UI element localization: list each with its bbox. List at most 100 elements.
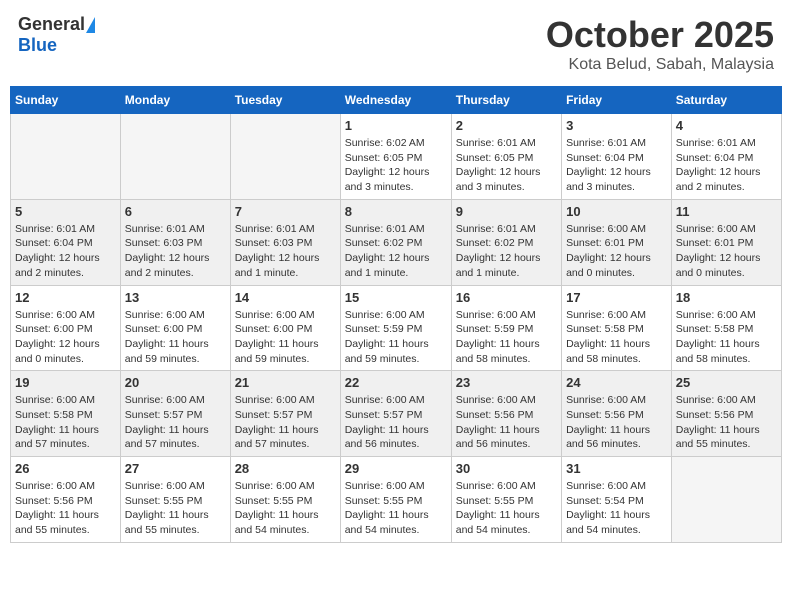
calendar-cell: 17Sunrise: 6:00 AM Sunset: 5:58 PM Dayli… bbox=[562, 285, 672, 371]
day-info: Sunrise: 6:00 AM Sunset: 5:59 PM Dayligh… bbox=[456, 308, 557, 367]
calendar-cell: 21 Sunrise: 6:00 AM Sunset: 5:57 PM Dayli… bbox=[230, 371, 340, 457]
calendar-cell: 14Sunrise: 6:00 AM Sunset: 6:00 PM Dayli… bbox=[230, 285, 340, 371]
day-number: 19 bbox=[15, 375, 116, 390]
calendar-cell bbox=[11, 114, 121, 200]
day-number: 28 bbox=[235, 461, 336, 476]
calendar-cell: 8Sunrise: 6:01 AM Sunset: 6:02 PM Daylig… bbox=[340, 199, 451, 285]
day-info: Sunrise: 6:00 AM Sunset: 6:00 PM Dayligh… bbox=[125, 308, 226, 367]
day-number: 23 bbox=[456, 375, 557, 390]
calendar-cell: 4 Sunrise: 6:01 AM Sunset: 6:04 PM Daylig… bbox=[671, 114, 781, 200]
logo-blue-text: Blue bbox=[18, 35, 57, 56]
calendar-week-row: 26 Sunrise: 6:00 AM Sunset: 5:56 PM Dayli… bbox=[11, 457, 782, 543]
day-number: 12 bbox=[15, 290, 116, 305]
day-info: Sunrise: 6:01 AM Sunset: 6:02 PM Dayligh… bbox=[456, 222, 557, 281]
calendar-table: SundayMondayTuesdayWednesdayThursdayFrid… bbox=[10, 86, 782, 543]
page-header: General Blue October 2025 Kota Belud, Sa… bbox=[10, 10, 782, 78]
calendar-week-row: 19 Sunrise: 6:00 AM Sunset: 5:58 PM Dayli… bbox=[11, 371, 782, 457]
day-number: 24 bbox=[566, 375, 667, 390]
calendar-week-row: 12 Sunrise: 6:00 AM Sunset: 6:00 PM Dayli… bbox=[11, 285, 782, 371]
calendar-cell: 28 Sunrise: 6:00 AM Sunset: 5:55 PM Dayli… bbox=[230, 457, 340, 543]
calendar-cell: 26 Sunrise: 6:00 AM Sunset: 5:56 PM Dayli… bbox=[11, 457, 121, 543]
day-number: 16 bbox=[456, 290, 557, 305]
calendar-cell: 16 Sunrise: 6:00 AM Sunset: 5:59 PM Dayli… bbox=[451, 285, 561, 371]
day-info: Sunrise: 6:00 AM Sunset: 5:56 PM Dayligh… bbox=[15, 479, 116, 538]
weekday-header-thursday: Thursday bbox=[451, 87, 561, 114]
calendar-cell: 18 Sunrise: 6:00 AM Sunset: 5:58 PM Dayli… bbox=[671, 285, 781, 371]
day-info: Sunrise: 6:00 AM Sunset: 5:55 PM Dayligh… bbox=[235, 479, 336, 538]
calendar-cell: 7 Sunrise: 6:01 AM Sunset: 6:03 PM Daylig… bbox=[230, 199, 340, 285]
calendar-cell bbox=[120, 114, 230, 200]
calendar-cell: 13Sunrise: 6:00 AM Sunset: 6:00 PM Dayli… bbox=[120, 285, 230, 371]
logo-arrow-icon bbox=[86, 17, 95, 33]
calendar-cell: 20 Sunrise: 6:00 AM Sunset: 5:57 PM Dayli… bbox=[120, 371, 230, 457]
day-info: Sunrise: 6:01 AM Sunset: 6:04 PM Dayligh… bbox=[676, 136, 777, 195]
day-info: Sunrise: 6:00 AM Sunset: 5:57 PM Dayligh… bbox=[235, 393, 336, 452]
calendar-cell: 22 Sunrise: 6:00 AM Sunset: 5:57 PM Dayli… bbox=[340, 371, 451, 457]
day-number: 2 bbox=[456, 118, 557, 133]
calendar-cell: 12 Sunrise: 6:00 AM Sunset: 6:00 PM Dayli… bbox=[11, 285, 121, 371]
day-info: Sunrise: 6:00 AM Sunset: 6:00 PM Dayligh… bbox=[15, 308, 116, 367]
calendar-cell: 23Sunrise: 6:00 AM Sunset: 5:56 PM Dayli… bbox=[451, 371, 561, 457]
calendar-cell: 15 Sunrise: 6:00 AM Sunset: 5:59 PM Dayli… bbox=[340, 285, 451, 371]
day-info: Sunrise: 6:00 AM Sunset: 5:58 PM Dayligh… bbox=[676, 308, 777, 367]
day-info: Sunrise: 6:00 AM Sunset: 5:56 PM Dayligh… bbox=[676, 393, 777, 452]
calendar-cell: 5Sunrise: 6:01 AM Sunset: 6:04 PM Daylig… bbox=[11, 199, 121, 285]
day-info: Sunrise: 6:00 AM Sunset: 5:58 PM Dayligh… bbox=[15, 393, 116, 452]
day-info: Sunrise: 6:01 AM Sunset: 6:03 PM Dayligh… bbox=[125, 222, 226, 281]
logo: General Blue bbox=[18, 14, 95, 56]
calendar-cell: 30 Sunrise: 6:00 AM Sunset: 5:55 PM Dayli… bbox=[451, 457, 561, 543]
day-number: 29 bbox=[345, 461, 447, 476]
day-info: Sunrise: 6:01 AM Sunset: 6:02 PM Dayligh… bbox=[345, 222, 447, 281]
weekday-header-row: SundayMondayTuesdayWednesdayThursdayFrid… bbox=[11, 87, 782, 114]
day-number: 18 bbox=[676, 290, 777, 305]
day-info: Sunrise: 6:00 AM Sunset: 6:01 PM Dayligh… bbox=[566, 222, 667, 281]
day-number: 30 bbox=[456, 461, 557, 476]
weekday-header-tuesday: Tuesday bbox=[230, 87, 340, 114]
day-info: Sunrise: 6:00 AM Sunset: 5:58 PM Dayligh… bbox=[566, 308, 667, 367]
calendar-cell: 3 Sunrise: 6:01 AM Sunset: 6:04 PM Daylig… bbox=[562, 114, 672, 200]
day-number: 1 bbox=[345, 118, 447, 133]
day-number: 3 bbox=[566, 118, 667, 133]
day-info: Sunrise: 6:01 AM Sunset: 6:03 PM Dayligh… bbox=[235, 222, 336, 281]
calendar-cell: 2 Sunrise: 6:01 AM Sunset: 6:05 PM Daylig… bbox=[451, 114, 561, 200]
weekday-header-wednesday: Wednesday bbox=[340, 87, 451, 114]
weekday-header-saturday: Saturday bbox=[671, 87, 781, 114]
calendar-cell bbox=[671, 457, 781, 543]
day-info: Sunrise: 6:00 AM Sunset: 5:57 PM Dayligh… bbox=[345, 393, 447, 452]
day-number: 31 bbox=[566, 461, 667, 476]
month-title: October 2025 bbox=[546, 14, 774, 56]
calendar-cell: 10 Sunrise: 6:00 AM Sunset: 6:01 PM Dayli… bbox=[562, 199, 672, 285]
day-number: 21 bbox=[235, 375, 336, 390]
day-info: Sunrise: 6:01 AM Sunset: 6:05 PM Dayligh… bbox=[456, 136, 557, 195]
calendar-cell: 31Sunrise: 6:00 AM Sunset: 5:54 PM Dayli… bbox=[562, 457, 672, 543]
day-info: Sunrise: 6:00 AM Sunset: 6:00 PM Dayligh… bbox=[235, 308, 336, 367]
day-number: 22 bbox=[345, 375, 447, 390]
weekday-header-monday: Monday bbox=[120, 87, 230, 114]
calendar-cell: 25 Sunrise: 6:00 AM Sunset: 5:56 PM Dayli… bbox=[671, 371, 781, 457]
weekday-header-friday: Friday bbox=[562, 87, 672, 114]
day-number: 25 bbox=[676, 375, 777, 390]
day-number: 10 bbox=[566, 204, 667, 219]
day-number: 5 bbox=[15, 204, 116, 219]
calendar-cell: 11 Sunrise: 6:00 AM Sunset: 6:01 PM Dayli… bbox=[671, 199, 781, 285]
calendar-cell: 27Sunrise: 6:00 AM Sunset: 5:55 PM Dayli… bbox=[120, 457, 230, 543]
calendar-cell bbox=[230, 114, 340, 200]
logo-general-text: General bbox=[18, 14, 85, 35]
calendar-cell: 9Sunrise: 6:01 AM Sunset: 6:02 PM Daylig… bbox=[451, 199, 561, 285]
day-info: Sunrise: 6:00 AM Sunset: 5:59 PM Dayligh… bbox=[345, 308, 447, 367]
day-number: 7 bbox=[235, 204, 336, 219]
calendar-cell: 1Sunrise: 6:02 AM Sunset: 6:05 PM Daylig… bbox=[340, 114, 451, 200]
day-info: Sunrise: 6:01 AM Sunset: 6:04 PM Dayligh… bbox=[566, 136, 667, 195]
day-info: Sunrise: 6:00 AM Sunset: 5:57 PM Dayligh… bbox=[125, 393, 226, 452]
calendar-week-row: 5Sunrise: 6:01 AM Sunset: 6:04 PM Daylig… bbox=[11, 199, 782, 285]
day-number: 26 bbox=[15, 461, 116, 476]
day-info: Sunrise: 6:00 AM Sunset: 5:55 PM Dayligh… bbox=[456, 479, 557, 538]
day-number: 4 bbox=[676, 118, 777, 133]
calendar-week-row: 1Sunrise: 6:02 AM Sunset: 6:05 PM Daylig… bbox=[11, 114, 782, 200]
calendar-cell: 24Sunrise: 6:00 AM Sunset: 5:56 PM Dayli… bbox=[562, 371, 672, 457]
day-number: 15 bbox=[345, 290, 447, 305]
day-number: 20 bbox=[125, 375, 226, 390]
day-info: Sunrise: 6:00 AM Sunset: 6:01 PM Dayligh… bbox=[676, 222, 777, 281]
location: Kota Belud, Sabah, Malaysia bbox=[546, 56, 774, 74]
day-number: 11 bbox=[676, 204, 777, 219]
